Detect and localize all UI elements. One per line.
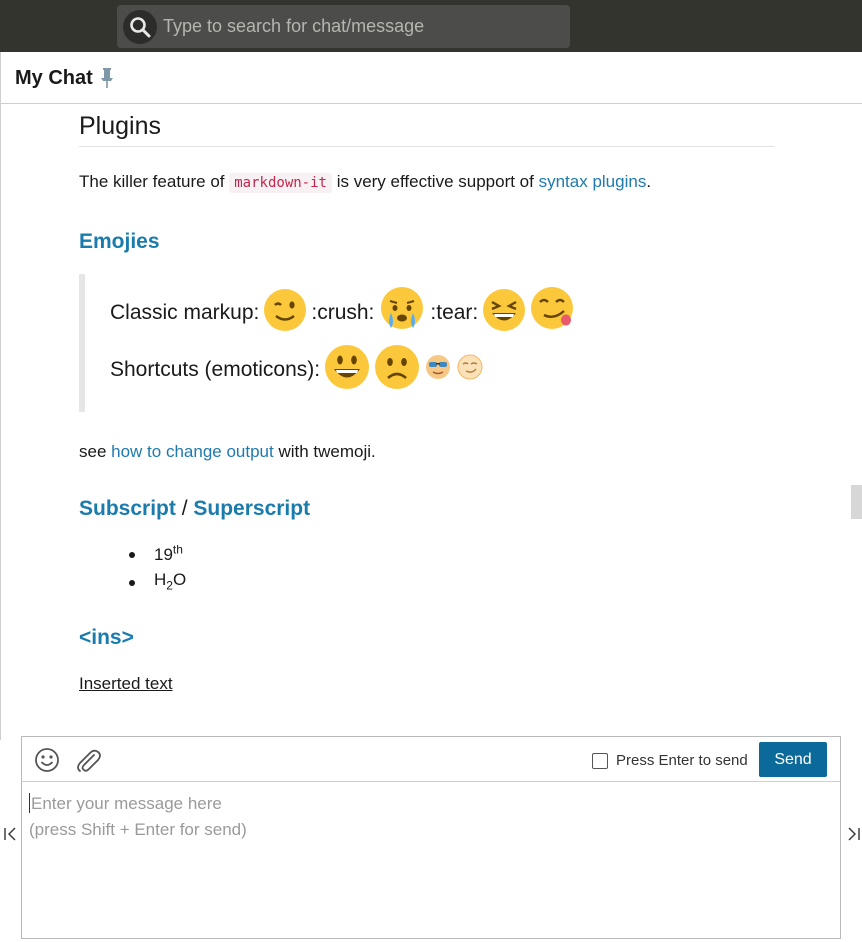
- laughing-emoji-icon: [482, 288, 526, 338]
- heading-plugins: Plugins: [79, 112, 161, 140]
- syntax-plugins-link[interactable]: syntax plugins: [539, 172, 647, 191]
- enter-to-send-checkbox[interactable]: [592, 752, 608, 769]
- list-item: H2O: [129, 570, 186, 592]
- intro-text: The killer feature of: [79, 172, 230, 191]
- message-composer: Press Enter to send Send Enter your mess…: [21, 736, 841, 939]
- list-item-text: H2O: [154, 570, 187, 593]
- scrollbar-thumb[interactable]: [851, 485, 862, 519]
- heading-subscript: Subscript: [79, 497, 176, 520]
- text-caret: [29, 793, 30, 813]
- list-item-text: 19th: [154, 542, 183, 564]
- see-paragraph: see how to change output with twemoji.: [79, 442, 376, 462]
- smiley-emoji-icon: [324, 344, 370, 396]
- see-text-2: with twemoji.: [273, 442, 376, 461]
- inline-code: markdown-it: [229, 173, 332, 193]
- message-input[interactable]: Enter your message here (press Shift + E…: [22, 783, 840, 938]
- search-input[interactable]: Type to search for chat/message: [163, 16, 424, 37]
- see-text: see: [79, 442, 112, 461]
- intro-text-2: is very effective support of: [331, 172, 539, 191]
- heading-emojies: Emojies: [79, 230, 160, 253]
- smirk-emoji-icon: [456, 353, 484, 387]
- sunglasses-emoji-icon: [424, 353, 452, 387]
- composer-toolbar: Press Enter to send Send: [22, 737, 840, 782]
- list-item-base: H: [154, 570, 167, 589]
- send-button[interactable]: Send: [759, 742, 827, 777]
- shortcuts-line: Shortcuts (emoticons):: [110, 344, 488, 396]
- crush-label: :crush:: [311, 301, 375, 324]
- subscript-text: 2: [166, 578, 173, 593]
- heading-ins: <ins>: [79, 626, 134, 649]
- search-icon[interactable]: [123, 9, 157, 44]
- yum-emoji-icon: [530, 286, 578, 340]
- enter-to-send-toggle[interactable]: Press Enter to send: [592, 752, 748, 769]
- inserted-text: Inserted text: [79, 674, 173, 693]
- superscript-text: th: [172, 542, 183, 556]
- tear-label: :tear:: [430, 301, 479, 324]
- bullet-icon: [129, 552, 135, 558]
- emoji-picker-icon[interactable]: [34, 747, 60, 778]
- message-placeholder-line2: (press Shift + Enter for send): [29, 820, 247, 839]
- classic-markup-line: Classic markup: :crush::tear:: [110, 286, 582, 340]
- frowning-emoji-icon: [374, 344, 420, 396]
- intro-text-3: .: [646, 172, 652, 191]
- chat-title: My Chat: [15, 67, 93, 89]
- collapse-right-icon[interactable]: [845, 826, 861, 847]
- message-placeholder-line1: Enter your message here: [31, 794, 222, 813]
- emoji-blockquote: Classic markup: :crush::tear: Shortcuts…: [79, 274, 779, 412]
- message-content: Plugins The killer feature of markdown-i…: [0, 104, 862, 740]
- bullet-icon: [129, 580, 135, 586]
- heading-superscript: Superscript: [193, 497, 311, 520]
- wink-emoji-icon: [263, 288, 307, 338]
- heading-divider: [79, 146, 775, 147]
- heading-separator: /: [175, 497, 194, 520]
- search-bar[interactable]: Type to search for chat/message: [117, 5, 570, 48]
- collapse-left-icon[interactable]: [3, 826, 19, 847]
- intro-paragraph: The killer feature of markdown-it is ver…: [79, 172, 652, 193]
- list-item-base: 19: [154, 544, 173, 564]
- attachment-icon[interactable]: [74, 747, 102, 780]
- top-bar: Type to search for chat/message: [0, 0, 862, 52]
- crying-emoji-icon: [378, 286, 426, 340]
- change-output-link[interactable]: how to change output: [111, 442, 274, 461]
- pin-icon[interactable]: [100, 67, 114, 94]
- heading-subscript-superscript: Subscript / Superscript: [79, 497, 310, 521]
- list-item-base-2: O: [172, 570, 187, 589]
- list-item: 19th: [129, 542, 183, 565]
- shortcuts-label: Shortcuts (emoticons):: [110, 358, 321, 381]
- classic-label: Classic markup:: [110, 301, 260, 324]
- enter-to-send-label: Press Enter to send: [616, 752, 748, 769]
- chat-header: My Chat: [0, 52, 862, 104]
